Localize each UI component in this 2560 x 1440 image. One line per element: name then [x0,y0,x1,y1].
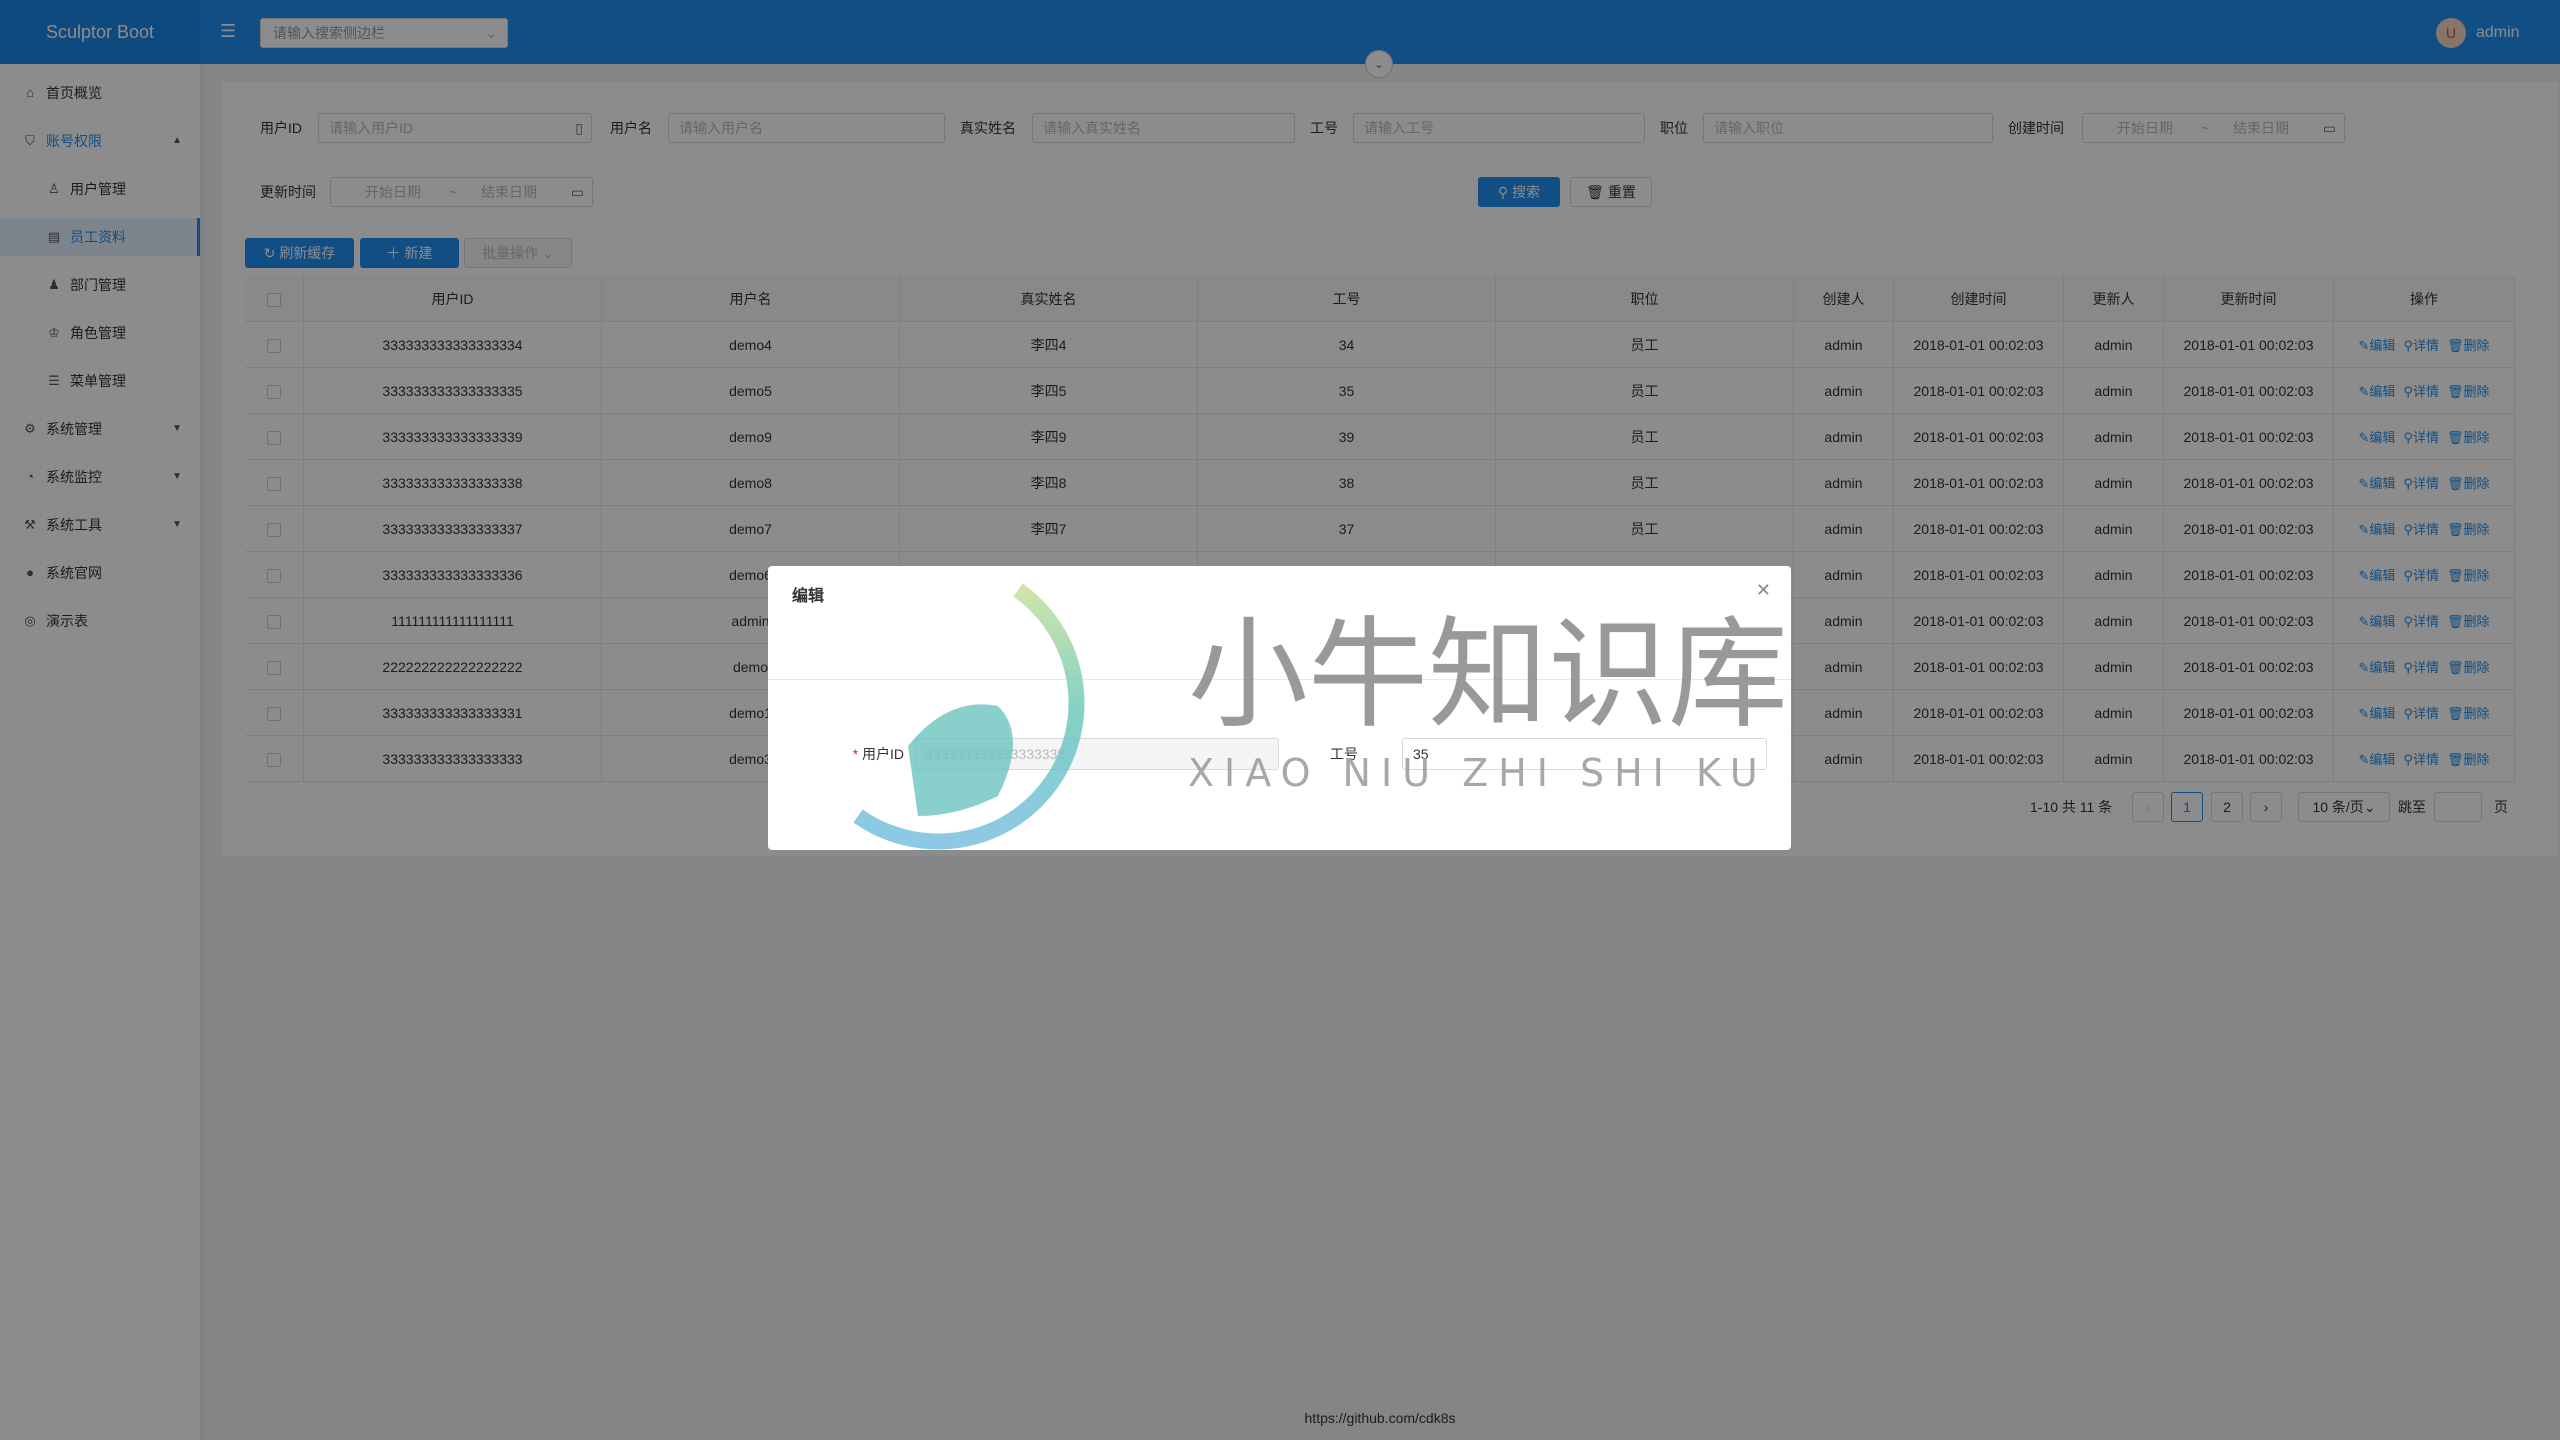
required-mark: * [852,746,862,762]
divider [768,679,1791,680]
job-no-label: 工号 [1330,746,1358,762]
watermark-logo: 小牛知识库 XIAO NIU ZHI SHI KU [853,583,1788,850]
edit-modal: 编辑 ✕ * 用户ID 333333333333333335 工号 35 职位 … [768,566,1791,850]
label: 用户ID [862,746,904,762]
close-icon[interactable]: ✕ [1756,580,1771,601]
modal-title: 编辑 [792,588,825,605]
watermark-title: 小牛知识库 [1188,606,1788,745]
user-id-field[interactable]: 333333333333333335 [914,738,1279,770]
user-id-label: * 用户ID [828,738,904,770]
job-no-field[interactable]: 35 [1402,738,1767,770]
